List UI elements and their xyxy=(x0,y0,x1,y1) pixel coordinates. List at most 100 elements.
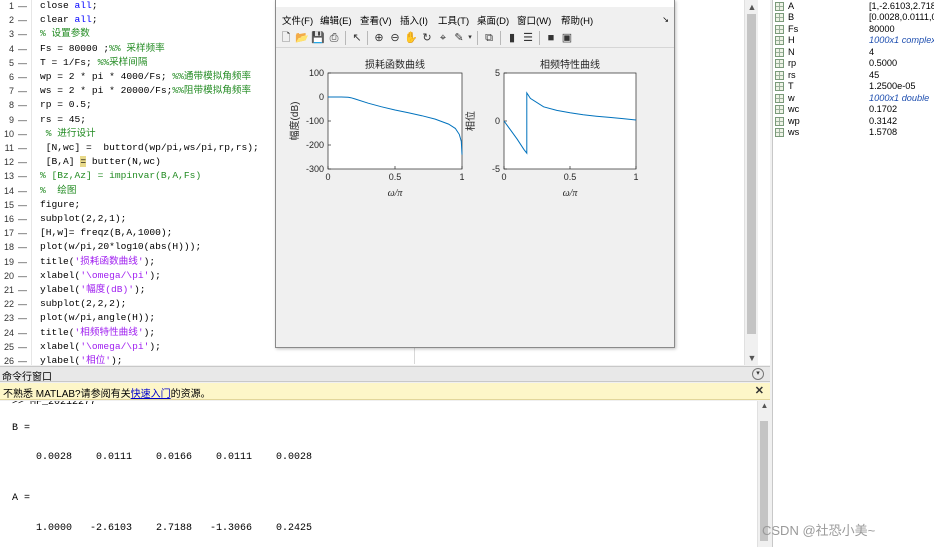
breakpoint-marker[interactable]: — xyxy=(18,340,27,354)
editor-scroll-thumb[interactable] xyxy=(747,14,756,334)
code-text[interactable]: [B,A] = butter(N,wc) xyxy=(40,155,161,169)
data-cursor-icon[interactable]: ⌖ xyxy=(436,31,450,45)
workspace-variable-row[interactable]: A [1,-2.6103,2.7188,-1.3066,0.2425] xyxy=(773,1,934,12)
code-text[interactable]: title('损耗函数曲线'); xyxy=(40,255,155,269)
breakpoint-marker[interactable]: — xyxy=(18,56,27,70)
link-icon[interactable]: ⧉ xyxy=(482,31,496,45)
breakpoint-marker[interactable]: — xyxy=(18,212,27,226)
breakpoint-marker[interactable]: — xyxy=(18,98,27,112)
new-figure-icon[interactable]: 🗋 xyxy=(279,31,293,45)
code-text[interactable]: [N,wc] = buttord(wp/pi,ws/pi,rp,rs); xyxy=(40,141,259,155)
scroll-up-icon[interactable]: ▲ xyxy=(758,401,771,413)
breakpoint-marker[interactable]: — xyxy=(18,0,27,13)
code-text[interactable]: plot(w/pi,angle(H)); xyxy=(40,311,155,325)
breakpoint-marker[interactable]: — xyxy=(18,354,27,365)
breakpoint-marker[interactable]: — xyxy=(18,184,27,198)
workspace-variable-row[interactable]: ws 1.5708 xyxy=(773,127,934,138)
breakpoint-marker[interactable]: — xyxy=(18,169,27,183)
workspace-variable-row[interactable]: wc 0.1702 xyxy=(773,104,934,115)
breakpoint-marker[interactable]: — xyxy=(18,240,27,254)
panel-actions-icon[interactable]: ▾ xyxy=(752,368,764,380)
workspace-variable-row[interactable]: rs 45 xyxy=(773,70,934,81)
menu-help[interactable]: 帮助(H) xyxy=(561,13,593,27)
workspace-panel[interactable]: A [1,-2.6103,2.7188,-1.3066,0.2425] B [0.00… xyxy=(772,0,934,547)
chevron-down-icon[interactable]: ▾ xyxy=(466,31,474,45)
breakpoint-marker[interactable]: — xyxy=(18,84,27,98)
code-text[interactable]: xlabel('\omega/\pi'); xyxy=(40,340,161,354)
breakpoint-marker[interactable]: — xyxy=(18,255,27,269)
code-text[interactable]: xlabel('\omega/\pi'); xyxy=(40,269,161,283)
code-text[interactable]: title('相频特性曲线'); xyxy=(40,326,155,340)
workspace-variable-row[interactable]: N4 xyxy=(773,47,934,58)
code-text[interactable]: close all; xyxy=(40,0,98,13)
breakpoint-marker[interactable]: — xyxy=(18,226,27,240)
breakpoint-marker[interactable]: — xyxy=(18,198,27,212)
menu-dock-icon[interactable]: ↘ xyxy=(662,15,669,24)
open-icon[interactable]: 📂 xyxy=(295,31,309,45)
workspace-variable-row[interactable]: B [0.0028,0.0111,0.0166,0.0111,0.0028] xyxy=(773,12,934,23)
workspace-variable-row[interactable]: rp 0.5000 xyxy=(773,58,934,69)
code-line[interactable]: 26 — ylabel('相位'); xyxy=(0,354,760,365)
code-text[interactable]: [H,w]= freqz(B,A,1000); xyxy=(40,226,172,240)
code-text[interactable]: wp = 2 * pi * 4000/Fs; %%通带模拟角频率 xyxy=(40,70,251,84)
code-text[interactable]: ws = 2 * pi * 20000/Fs;%%阻带模拟角频率 xyxy=(40,84,251,98)
code-text[interactable]: ylabel('相位'); xyxy=(40,354,123,365)
show-plot-tools-icon[interactable]: ▣ xyxy=(560,31,574,45)
breakpoint-marker[interactable]: — xyxy=(18,113,27,127)
breakpoint-marker[interactable]: — xyxy=(18,283,27,297)
quick-start-link[interactable]: 快速入门 xyxy=(131,389,171,400)
code-text[interactable]: Fs = 80000 ;%% 采样频率 xyxy=(40,42,165,56)
figure-canvas[interactable]: 0 0.5 1 100 0 -100 -200 -300 损耗函数曲线 ω/π 幅度(dB) 0 0.5… xyxy=(276,49,674,347)
code-text[interactable]: % [Bz,Az] = impinvar(B,A,Fs) xyxy=(40,169,201,183)
menu-view[interactable]: 查看(V) xyxy=(360,13,392,27)
workspace-variable-row[interactable]: Fs 80000 xyxy=(773,24,934,35)
menu-tools[interactable]: 工具(T) xyxy=(438,13,469,27)
menu-edit[interactable]: 编辑(E) xyxy=(320,13,352,27)
breakpoint-marker[interactable]: — xyxy=(18,70,27,84)
breakpoint-marker[interactable]: — xyxy=(18,42,27,56)
breakpoint-marker[interactable]: — xyxy=(18,297,27,311)
command-window-output[interactable]: >> MF_20212277 B = 0.0028 0.0111 0.0166 0… xyxy=(0,401,770,547)
code-text[interactable]: % 进行设计 xyxy=(40,127,96,141)
code-text[interactable]: rs = 45; xyxy=(40,113,86,127)
editor-scrollbar[interactable]: ▲ ▼ xyxy=(744,0,758,365)
figure-title-bar[interactable] xyxy=(276,0,674,7)
code-text[interactable]: subplot(2,2,1); xyxy=(40,212,126,226)
code-text[interactable]: figure; xyxy=(40,198,80,212)
colorbar-icon[interactable]: ▮ xyxy=(505,31,519,45)
menu-file[interactable]: 文件(F) xyxy=(282,13,313,27)
breakpoint-marker[interactable]: — xyxy=(18,155,27,169)
scroll-down-icon[interactable]: ▼ xyxy=(745,351,759,365)
breakpoint-marker[interactable]: — xyxy=(18,141,27,155)
legend-icon[interactable]: ☰ xyxy=(521,31,535,45)
menu-window[interactable]: 窗口(W) xyxy=(517,13,551,27)
code-text[interactable]: rp = 0.5; xyxy=(40,98,92,112)
breakpoint-marker[interactable]: — xyxy=(18,269,27,283)
brush-icon[interactable]: ✎ xyxy=(452,31,466,45)
pan-icon[interactable]: ✋ xyxy=(404,31,418,45)
rotate-icon[interactable]: ↻ xyxy=(420,31,434,45)
zoom-in-icon[interactable]: ⊕ xyxy=(372,31,386,45)
workspace-variable-row[interactable]: H 1000x1 complex double xyxy=(773,35,934,46)
pointer-icon[interactable]: ↖ xyxy=(350,31,364,45)
breakpoint-marker[interactable]: — xyxy=(18,127,27,141)
breakpoint-marker[interactable]: — xyxy=(18,13,27,27)
code-text[interactable]: subplot(2,2,2); xyxy=(40,297,126,311)
save-icon[interactable]: 💾 xyxy=(311,31,325,45)
zoom-out-icon[interactable]: ⊖ xyxy=(388,31,402,45)
code-text[interactable]: % 设置参数 xyxy=(40,27,90,41)
code-text[interactable]: plot(w/pi,20*log10(abs(H))); xyxy=(40,240,201,254)
menu-insert[interactable]: 插入(I) xyxy=(400,13,428,27)
figure-window[interactable]: 文件(F) 编辑(E) 查看(V) 插入(I) 工具(T) 桌面(D) 窗口(W… xyxy=(275,0,675,348)
breakpoint-marker[interactable]: — xyxy=(18,311,27,325)
code-text[interactable]: % 绘图 xyxy=(40,184,76,198)
workspace-variable-row[interactable]: w 1000x1 double xyxy=(773,93,934,104)
menu-desktop[interactable]: 桌面(D) xyxy=(477,13,509,27)
code-text[interactable]: T = 1/Fs; %%采样间隔 xyxy=(40,56,147,70)
breakpoint-marker[interactable]: — xyxy=(18,326,27,340)
code-text[interactable]: ylabel('幅度(dB)'); xyxy=(40,283,146,297)
close-icon[interactable]: ✕ xyxy=(755,384,764,397)
code-text[interactable]: clear all; xyxy=(40,13,98,27)
hide-plot-tools-icon[interactable]: ■ xyxy=(544,31,558,45)
workspace-variable-row[interactable]: T 1.2500e-05 xyxy=(773,81,934,92)
